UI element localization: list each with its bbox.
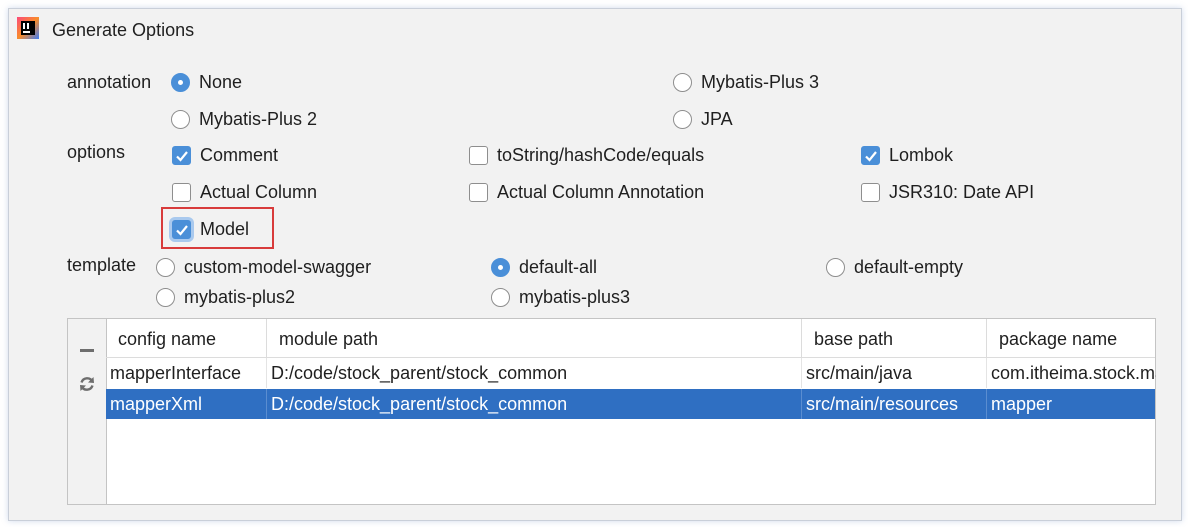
tostring-hashcode-equals-checkbox[interactable]: toString/hashCode/equals	[469, 143, 704, 167]
checkbox-checked-icon	[172, 145, 191, 165]
jsr310-date-api-label: JSR310: Date API	[889, 181, 1035, 202]
radio-selected-icon	[491, 257, 510, 277]
checkbox-icon	[172, 182, 191, 202]
annotation-mybatis-plus2-radio[interactable]: Mybatis-Plus 2	[171, 107, 317, 131]
model-highlight-box	[161, 207, 274, 249]
template-mybatis-plus3-radio[interactable]: mybatis-plus3	[491, 285, 630, 309]
annotation-none-label: None	[199, 71, 243, 92]
checkbox-icon	[861, 182, 880, 202]
actual-column-annotation-label: Actual Column Annotation	[497, 181, 705, 202]
table-row-selected[interactable]: mapperXml D:/code/stock_parent/stock_com…	[106, 389, 1155, 419]
template-default-empty-radio[interactable]: default-empty	[826, 255, 963, 279]
jsr310-date-api-checkbox[interactable]: JSR310: Date API	[861, 180, 1034, 204]
radio-icon	[673, 72, 692, 92]
radio-icon	[156, 257, 175, 277]
column-header-base-path[interactable]: base path	[802, 319, 987, 357]
tostring-hashcode-equals-label: toString/hashCode/equals	[497, 144, 705, 165]
cell-base-path: src/main/java	[802, 358, 987, 388]
checkbox-checked-icon	[861, 145, 880, 165]
template-label: template	[67, 255, 137, 275]
radio-icon	[156, 287, 175, 307]
cell-config-name: mapperInterface	[106, 358, 267, 388]
comment-checkbox[interactable]: Comment	[172, 143, 278, 167]
cell-package-name: com.itheima.stock.mapper	[991, 363, 1156, 383]
radio-icon	[491, 287, 510, 307]
template-mybatis-plus2-label: mybatis-plus2	[184, 286, 296, 307]
checkbox-icon	[469, 182, 488, 202]
dialog-title: Generate Options	[52, 20, 195, 40]
template-custom-model-swagger-label: custom-model-swagger	[184, 256, 372, 277]
actual-column-checkbox[interactable]: Actual Column	[172, 180, 317, 204]
cell-package-name: mapper	[991, 394, 1053, 414]
minus-icon[interactable]	[77, 340, 97, 360]
annotation-none-radio[interactable]: None	[171, 70, 242, 94]
template-mybatis-plus2-radio[interactable]: mybatis-plus2	[156, 285, 295, 309]
refresh-icon[interactable]	[77, 374, 97, 394]
lombok-label: Lombok	[889, 144, 954, 165]
cell-module-path: D:/code/stock_parent/stock_common	[267, 389, 802, 419]
column-header-package-name[interactable]: package name	[987, 319, 1156, 357]
cell-config-name: mapperXml	[106, 389, 267, 419]
radio-icon	[673, 109, 692, 129]
cell-module-path: D:/code/stock_parent/stock_common	[267, 358, 802, 388]
actual-column-label: Actual Column	[200, 181, 318, 202]
title-bar: Generate Options	[9, 9, 1181, 47]
radio-icon	[826, 257, 845, 277]
template-default-all-radio[interactable]: default-all	[491, 255, 597, 279]
annotation-jpa-label: JPA	[701, 108, 733, 129]
template-custom-model-swagger-radio[interactable]: custom-model-swagger	[156, 255, 371, 279]
checkbox-icon	[469, 145, 488, 165]
column-header-config-name[interactable]: config name	[106, 319, 267, 357]
annotation-mybatis-plus3-label: Mybatis-Plus 3	[701, 71, 820, 92]
comment-label: Comment	[200, 144, 279, 165]
cell-base-path: src/main/resources	[802, 389, 987, 419]
template-mybatis-plus3-label: mybatis-plus3	[519, 286, 631, 307]
lombok-checkbox[interactable]: Lombok	[861, 143, 953, 167]
intellij-idea-icon	[17, 17, 39, 39]
template-default-empty-label: default-empty	[854, 256, 964, 277]
annotation-jpa-radio[interactable]: JPA	[673, 107, 733, 131]
options-label: options	[67, 142, 126, 162]
table-header: config name module path base path packag…	[106, 319, 1155, 358]
generate-options-dialog: Generate Options annotation None Mybatis…	[8, 8, 1182, 521]
radio-icon	[171, 109, 190, 129]
annotation-mybatis-plus3-radio[interactable]: Mybatis-Plus 3	[673, 70, 819, 94]
template-default-all-label: default-all	[519, 256, 598, 277]
radio-selected-icon	[171, 72, 190, 92]
annotation-label: annotation	[67, 72, 152, 92]
annotation-mybatis-plus2-label: Mybatis-Plus 2	[199, 108, 318, 129]
config-table: config name module path base path packag…	[67, 318, 1156, 505]
actual-column-annotation-checkbox[interactable]: Actual Column Annotation	[469, 180, 704, 204]
table-toolbar	[68, 319, 107, 504]
column-header-module-path[interactable]: module path	[267, 319, 802, 357]
table-row[interactable]: mapperInterface D:/code/stock_parent/sto…	[106, 358, 1156, 388]
